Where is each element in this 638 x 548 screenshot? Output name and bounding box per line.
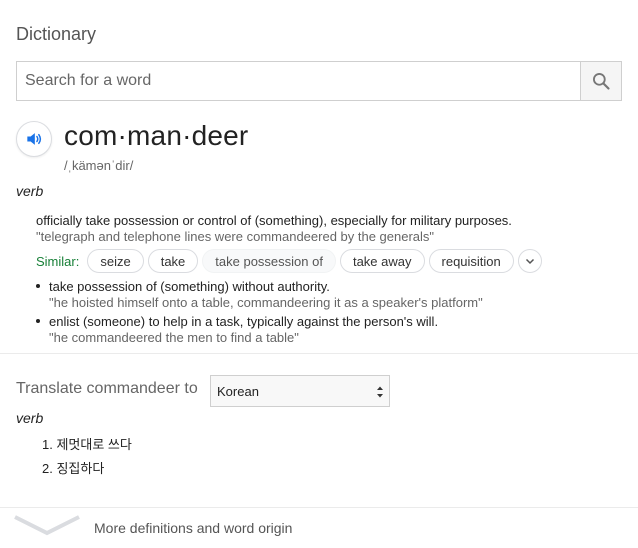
similar-chip-take[interactable]: take: [147, 249, 199, 273]
sub-definition-text: take possession of (something) without a…: [49, 279, 330, 294]
definition-text: officially take possession or control of…: [36, 213, 512, 228]
speaker-icon: [27, 133, 42, 145]
more-definitions-button[interactable]: More definitions and word origin: [0, 508, 638, 548]
section-divider: [0, 353, 638, 354]
bullet: [36, 319, 40, 323]
main-definition: officially take possession or control of…: [36, 213, 616, 244]
translate-label: Translate commandeer to: [16, 380, 198, 397]
similar-chip-take-possession-of[interactable]: take possession of: [202, 249, 336, 273]
sub-definition-example: "he commandeered the men to find a table…: [49, 330, 299, 345]
translation-item: 2. 징집하다: [42, 461, 105, 476]
chevron-down-icon: [525, 258, 534, 265]
part-of-speech: verb: [16, 183, 44, 199]
similar-chip-requisition[interactable]: requisition: [428, 249, 514, 273]
phonetic-spelling: /ˌkämənˈdir/: [64, 158, 134, 173]
sub-definition-text: enlist (someone) to help in a task, typi…: [49, 314, 439, 329]
translation-part-of-speech: verb: [16, 410, 44, 426]
dictionary-title: Dictionary: [16, 24, 97, 44]
chevron-down-icon: [14, 515, 80, 536]
sub-definition: enlist (someone) to help in a task, typi…: [36, 314, 616, 345]
definition-example: "telegraph and telephone lines were comm…: [36, 229, 435, 244]
search-box: [16, 61, 622, 101]
language-select[interactable]: Korean: [210, 375, 390, 407]
similar-words-row: Similar: seize take take possession of t…: [36, 248, 542, 274]
translation-item: 1. 제멋대로 쓰다: [42, 437, 132, 452]
similar-label: Similar:: [36, 253, 80, 269]
sub-definition: take possession of (something) without a…: [36, 279, 616, 310]
sub-definition-example: "he hoisted himself onto a table, comman…: [49, 295, 483, 310]
selected-language: Korean: [217, 383, 259, 399]
expand-similar-button[interactable]: [517, 249, 542, 273]
headword: com·man·deer: [64, 120, 249, 151]
dictionary-card: Dictionary com·man·deer /ˌkämənˈdir/ ver…: [0, 0, 638, 548]
similar-chip-seize[interactable]: seize: [87, 249, 144, 273]
more-definitions-label: More definitions and word origin: [94, 520, 293, 536]
translation-list: 1. 제멋대로 쓰다 2. 징집하다: [42, 435, 132, 483]
select-arrows-icon: [377, 386, 383, 398]
search-icon: [593, 73, 610, 90]
search-input[interactable]: [17, 62, 580, 100]
similar-chip-take-away[interactable]: take away: [339, 249, 425, 273]
pronunciation-button[interactable]: [16, 121, 52, 157]
search-button[interactable]: [580, 62, 621, 100]
bullet: [36, 284, 40, 288]
